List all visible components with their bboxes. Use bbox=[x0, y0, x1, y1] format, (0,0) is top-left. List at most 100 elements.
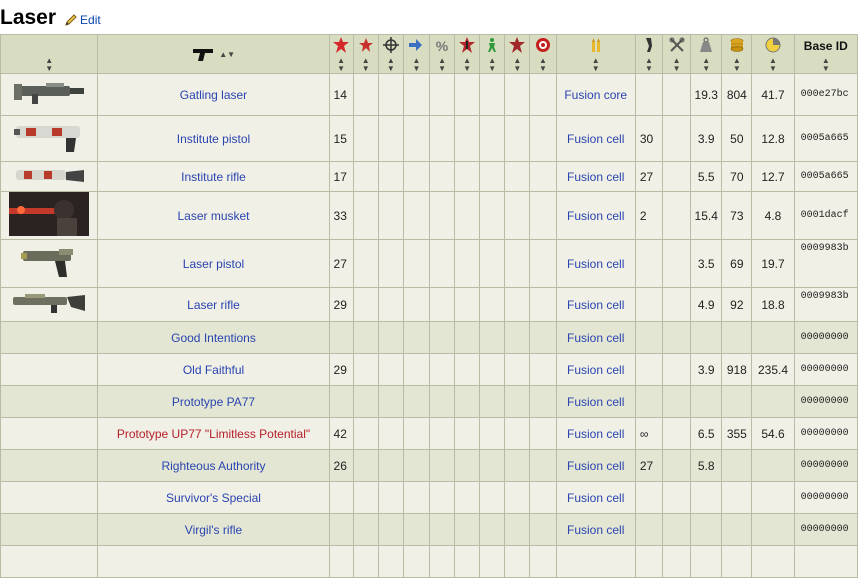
name-cell: Good Intentions bbox=[97, 321, 330, 354]
name-cell bbox=[97, 545, 330, 578]
damage-cell bbox=[328, 545, 354, 578]
rate-icon bbox=[404, 37, 428, 55]
ammo-link[interactable]: Fusion cell bbox=[567, 459, 624, 473]
rate-column-header[interactable]: ▲ ▼ bbox=[402, 34, 430, 74]
sort-icon[interactable]: ▲ ▼ bbox=[354, 56, 377, 73]
tools-column-header[interactable]: ▲ ▼ bbox=[661, 34, 692, 74]
dps-column-header[interactable]: ▲ ▼ bbox=[751, 34, 795, 74]
empty-cell bbox=[428, 73, 456, 116]
limb-icon bbox=[531, 37, 555, 55]
accuracy-column-header[interactable]: ▲ ▼ bbox=[377, 34, 404, 74]
sort-icon[interactable]: ▲ ▼ bbox=[481, 56, 504, 73]
empty-cell bbox=[454, 545, 481, 578]
sort-icon[interactable]: ▲ ▼ bbox=[753, 56, 793, 73]
ammo-link[interactable]: Fusion cell bbox=[567, 209, 624, 223]
ammo-link[interactable]: Fusion cell bbox=[567, 523, 624, 537]
ammo-link[interactable]: Fusion cell bbox=[567, 395, 624, 409]
ammo-link[interactable]: Fusion cell bbox=[567, 427, 624, 441]
sort-icon[interactable]: ▲ ▼ bbox=[430, 56, 453, 73]
sort-icon[interactable]: ▲ ▼ bbox=[531, 56, 555, 73]
value-column-header[interactable]: ▲ ▼ bbox=[721, 34, 753, 74]
ammo-link[interactable]: Fusion cell bbox=[567, 257, 624, 271]
ammo-link[interactable]: Fusion cell bbox=[567, 170, 624, 184]
weapon-link[interactable]: Laser pistol bbox=[183, 257, 244, 271]
dps-cell: 54.6 bbox=[751, 417, 795, 450]
weight-column-header[interactable]: ▲ ▼ bbox=[690, 34, 723, 74]
weapon-image[interactable] bbox=[12, 120, 86, 157]
empty-cell bbox=[377, 73, 404, 116]
vats-column-header[interactable]: ▲ ▼ bbox=[479, 34, 506, 74]
name-cell: Virgil's rifle bbox=[97, 513, 330, 546]
name-cell: Prototype PA77 bbox=[97, 385, 330, 418]
ammo-cell: Fusion cell bbox=[555, 321, 636, 354]
image-cell bbox=[0, 191, 99, 240]
ammo-link[interactable]: Fusion cell bbox=[567, 132, 624, 146]
vats-icon bbox=[481, 37, 504, 55]
empty-cell bbox=[504, 353, 531, 386]
damage-column-header[interactable]: ▲ ▼ bbox=[328, 34, 354, 74]
weapon-link[interactable]: Old Faithful bbox=[183, 363, 244, 377]
weapon-link[interactable]: Virgil's rifle bbox=[185, 523, 242, 537]
weapon-link[interactable]: Good Intentions bbox=[171, 331, 256, 345]
image-cell bbox=[0, 481, 99, 514]
crit-dmg-column-header[interactable]: ▲ ▼ bbox=[454, 34, 481, 74]
weapon-link[interactable]: Survivor's Special bbox=[166, 491, 261, 505]
weapon-image[interactable] bbox=[12, 80, 86, 109]
ammo-link[interactable]: Fusion core bbox=[564, 88, 627, 102]
empty-cell bbox=[661, 417, 692, 450]
clip-cell bbox=[634, 73, 664, 116]
weapon-image[interactable] bbox=[9, 192, 90, 239]
empty-cell bbox=[352, 191, 379, 240]
ammo-link[interactable]: Fusion cell bbox=[567, 491, 624, 505]
weapon-link[interactable]: Gatling laser bbox=[180, 88, 247, 102]
weapon-link[interactable]: Prototype PA77 bbox=[172, 395, 255, 409]
weapon-link[interactable]: Righteous Authority bbox=[161, 459, 265, 473]
sort-icon[interactable]: ▲ ▼ bbox=[557, 56, 634, 73]
empty-cell bbox=[377, 321, 404, 354]
weapon-image[interactable] bbox=[12, 164, 86, 189]
weapon-link[interactable]: Prototype UP77 "Limitless Potential" bbox=[117, 427, 310, 441]
sort-icon[interactable]: ▲ ▼ bbox=[795, 56, 856, 73]
sort-icon[interactable]: ▲ ▼ bbox=[404, 56, 428, 73]
empty-cell bbox=[352, 115, 379, 162]
sort-icon[interactable]: ▲ ▼ bbox=[723, 56, 751, 73]
sort-icon[interactable]: ▲ ▼ bbox=[330, 56, 352, 73]
empty-cell bbox=[529, 417, 557, 450]
weapon-link[interactable]: Laser rifle bbox=[187, 298, 240, 312]
clip-cell bbox=[634, 287, 664, 322]
clip-column-header[interactable]: ▲ ▼ bbox=[634, 34, 664, 74]
empty-cell bbox=[402, 287, 430, 322]
weapon-image[interactable] bbox=[11, 291, 87, 318]
empty-cell bbox=[504, 513, 531, 546]
empty-cell bbox=[402, 417, 430, 450]
sort-icon[interactable]: ▲ ▼ bbox=[2, 56, 97, 73]
ammo-link[interactable]: Fusion cell bbox=[567, 298, 624, 312]
weapon-link[interactable]: Institute rifle bbox=[181, 170, 246, 184]
sneak-column-header[interactable]: ▲ ▼ bbox=[504, 34, 531, 74]
sort-icon[interactable]: ▲ ▼ bbox=[692, 56, 721, 73]
ammo-link[interactable]: Fusion cell bbox=[567, 331, 624, 345]
base-id-column-header[interactable]: Base ID ▲ ▼ bbox=[793, 34, 859, 74]
empty-cell bbox=[377, 481, 404, 514]
name-cell: Prototype UP77 "Limitless Potential" bbox=[97, 417, 330, 450]
sort-icon[interactable]: ▲ ▼ bbox=[506, 56, 529, 73]
weapon-column-header[interactable]: ▲▼ bbox=[97, 34, 330, 74]
sort-icon[interactable]: ▲ ▼ bbox=[456, 56, 479, 73]
ammo-link[interactable]: Fusion cell bbox=[567, 363, 624, 377]
sort-icon[interactable]: ▲ ▼ bbox=[379, 56, 402, 73]
edit-link[interactable]: Edit bbox=[64, 13, 101, 27]
ammo-column-header[interactable]: ▲ ▼ bbox=[555, 34, 636, 74]
limb-column-header[interactable]: ▲ ▼ bbox=[529, 34, 557, 74]
value-cell bbox=[721, 385, 753, 418]
weapon-link[interactable]: Laser musket bbox=[177, 209, 249, 223]
clip-cell bbox=[634, 513, 664, 546]
weapon-image[interactable] bbox=[19, 245, 79, 282]
ap-damage-column-header[interactable]: ▲ ▼ bbox=[352, 34, 379, 74]
empty-cell bbox=[377, 115, 404, 162]
crit-chance-column-header[interactable]: % ▲ ▼ bbox=[428, 34, 456, 74]
image-column-header[interactable]: ▲ ▼ bbox=[0, 34, 99, 74]
empty-cell bbox=[428, 385, 456, 418]
sort-icon[interactable]: ▲ ▼ bbox=[664, 56, 690, 73]
sort-icon[interactable]: ▲ ▼ bbox=[636, 56, 661, 73]
weapon-link[interactable]: Institute pistol bbox=[177, 132, 250, 146]
